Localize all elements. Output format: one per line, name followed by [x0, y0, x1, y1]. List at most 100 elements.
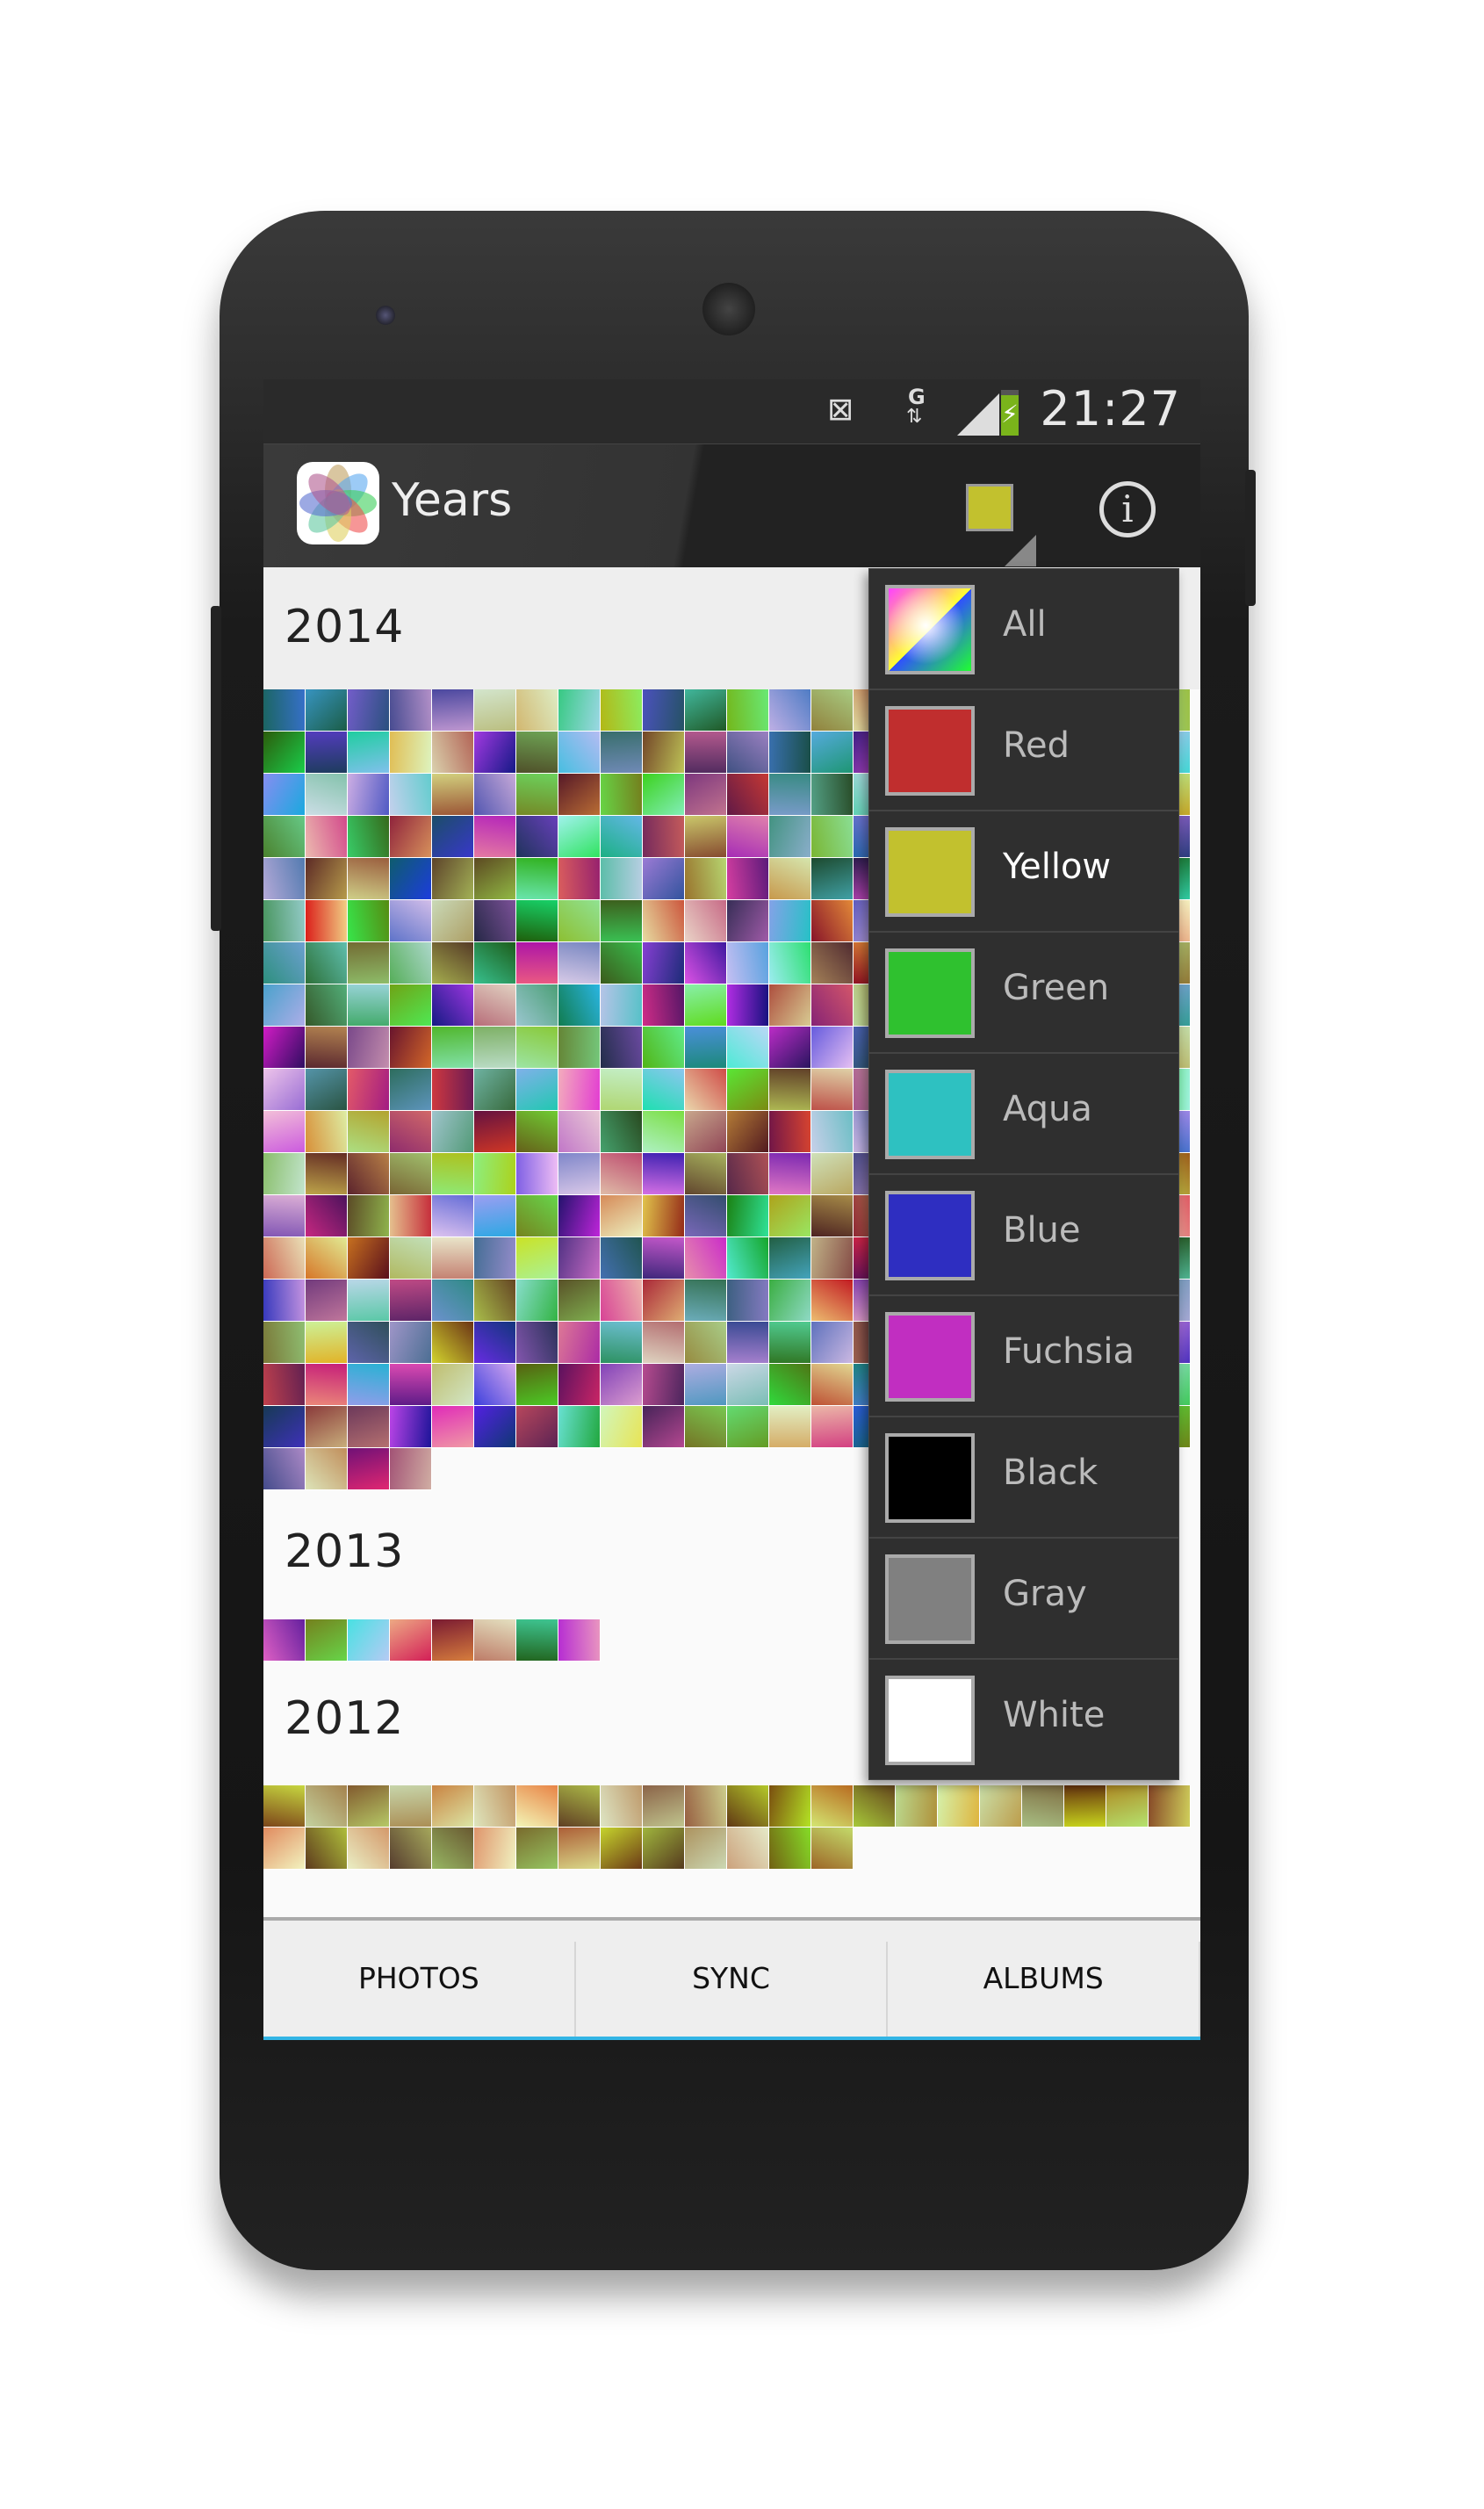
- photo-thumbnail[interactable]: [769, 984, 811, 1027]
- photo-thumbnail[interactable]: [516, 942, 558, 984]
- photo-thumbnail[interactable]: [516, 1027, 558, 1069]
- photo-thumbnail[interactable]: [432, 1027, 474, 1069]
- photo-thumbnail[interactable]: [306, 1448, 348, 1490]
- photo-thumbnail[interactable]: [811, 1027, 854, 1069]
- photo-thumbnail[interactable]: [727, 1406, 769, 1448]
- photo-thumbnail[interactable]: [263, 858, 306, 900]
- photo-thumbnail[interactable]: [263, 900, 306, 942]
- photo-thumbnail[interactable]: [432, 816, 474, 858]
- photo-thumbnail[interactable]: [432, 1195, 474, 1237]
- photo-thumbnail[interactable]: [685, 942, 727, 984]
- photo-thumbnail[interactable]: [306, 732, 348, 774]
- photo-thumbnail[interactable]: [811, 942, 854, 984]
- photo-thumbnail[interactable]: [390, 1280, 432, 1322]
- photo-thumbnail[interactable]: [263, 1364, 306, 1406]
- photo-thumbnail[interactable]: [685, 774, 727, 816]
- photo-thumbnail[interactable]: [474, 1406, 516, 1448]
- photo-thumbnail[interactable]: [558, 1364, 601, 1406]
- photo-thumbnail[interactable]: [306, 1237, 348, 1280]
- photo-thumbnail[interactable]: [769, 774, 811, 816]
- photo-thumbnail[interactable]: [516, 1111, 558, 1153]
- photo-thumbnail[interactable]: [727, 816, 769, 858]
- photo-thumbnail[interactable]: [516, 984, 558, 1027]
- photo-thumbnail[interactable]: [263, 1619, 306, 1662]
- photo-thumbnail[interactable]: [769, 1828, 811, 1870]
- photo-thumbnail[interactable]: [432, 1619, 474, 1662]
- photo-thumbnail[interactable]: [727, 1785, 769, 1828]
- photo-thumbnail[interactable]: [390, 1619, 432, 1662]
- photo-thumbnail[interactable]: [643, 732, 685, 774]
- photo-thumbnail[interactable]: [643, 1195, 685, 1237]
- photo-thumbnail[interactable]: [474, 1069, 516, 1111]
- photo-thumbnail[interactable]: [306, 942, 348, 984]
- photo-thumbnail[interactable]: [727, 1828, 769, 1870]
- photo-thumbnail[interactable]: [601, 1111, 643, 1153]
- photo-thumbnail[interactable]: [558, 1785, 601, 1828]
- photo-thumbnail[interactable]: [306, 1828, 348, 1870]
- photo-thumbnail[interactable]: [685, 689, 727, 732]
- photo-thumbnail[interactable]: [601, 1406, 643, 1448]
- photo-thumbnail[interactable]: [558, 689, 601, 732]
- photo-thumbnail[interactable]: [432, 1785, 474, 1828]
- photo-thumbnail[interactable]: [601, 1027, 643, 1069]
- photo-thumbnail[interactable]: [516, 1322, 558, 1364]
- photo-thumbnail[interactable]: [601, 1069, 643, 1111]
- photo-thumbnail[interactable]: [348, 1153, 390, 1195]
- photo-thumbnail[interactable]: [432, 1237, 474, 1280]
- photo-thumbnail[interactable]: [348, 1448, 390, 1490]
- photo-thumbnail[interactable]: [727, 1027, 769, 1069]
- photo-thumbnail[interactable]: [685, 1322, 727, 1364]
- photo-thumbnail[interactable]: [474, 1153, 516, 1195]
- photo-thumbnail[interactable]: [811, 858, 854, 900]
- photo-thumbnail[interactable]: [348, 1619, 390, 1662]
- photo-thumbnail[interactable]: [643, 1027, 685, 1069]
- photo-thumbnail[interactable]: [348, 1785, 390, 1828]
- photo-thumbnail[interactable]: [685, 1785, 727, 1828]
- photo-thumbnail[interactable]: [263, 1280, 306, 1322]
- photo-thumbnail[interactable]: [263, 1069, 306, 1111]
- photo-thumbnail[interactable]: [390, 1237, 432, 1280]
- photo-thumbnail[interactable]: [685, 732, 727, 774]
- photo-thumbnail[interactable]: [558, 984, 601, 1027]
- photo-thumbnail[interactable]: [727, 732, 769, 774]
- photo-thumbnail[interactable]: [896, 1785, 938, 1828]
- photo-thumbnail[interactable]: [769, 1406, 811, 1448]
- photo-thumbnail[interactable]: [474, 1111, 516, 1153]
- photo-thumbnail[interactable]: [516, 1153, 558, 1195]
- photo-thumbnail[interactable]: [811, 984, 854, 1027]
- photo-thumbnail[interactable]: [685, 1406, 727, 1448]
- photo-thumbnail[interactable]: [306, 1111, 348, 1153]
- photo-thumbnail[interactable]: [306, 900, 348, 942]
- photo-thumbnail[interactable]: [685, 984, 727, 1027]
- photo-thumbnail[interactable]: [727, 984, 769, 1027]
- photo-thumbnail[interactable]: [727, 900, 769, 942]
- photo-thumbnail[interactable]: [516, 900, 558, 942]
- photo-thumbnail[interactable]: [1022, 1785, 1064, 1828]
- photo-thumbnail[interactable]: [348, 984, 390, 1027]
- photo-thumbnail[interactable]: [516, 1364, 558, 1406]
- photo-thumbnail[interactable]: [1064, 1785, 1106, 1828]
- photo-thumbnail[interactable]: [558, 774, 601, 816]
- photo-thumbnail[interactable]: [685, 1153, 727, 1195]
- photo-thumbnail[interactable]: [263, 1195, 306, 1237]
- photo-thumbnail[interactable]: [432, 1069, 474, 1111]
- photo-thumbnail[interactable]: [516, 1237, 558, 1280]
- photo-thumbnail[interactable]: [263, 1406, 306, 1448]
- photo-thumbnail[interactable]: [685, 1364, 727, 1406]
- photo-thumbnail[interactable]: [348, 1322, 390, 1364]
- photo-thumbnail[interactable]: [643, 942, 685, 984]
- photo-thumbnail[interactable]: [516, 732, 558, 774]
- photo-thumbnail[interactable]: [348, 858, 390, 900]
- photo-thumbnail[interactable]: [432, 942, 474, 984]
- photo-thumbnail[interactable]: [643, 689, 685, 732]
- photo-thumbnail[interactable]: [474, 689, 516, 732]
- photo-thumbnail[interactable]: [432, 1364, 474, 1406]
- photo-thumbnail[interactable]: [474, 1280, 516, 1322]
- photo-thumbnail[interactable]: [558, 1027, 601, 1069]
- photo-thumbnail[interactable]: [601, 1280, 643, 1322]
- photo-thumbnail[interactable]: [769, 1322, 811, 1364]
- photo-thumbnail[interactable]: [558, 1406, 601, 1448]
- photo-thumbnail[interactable]: [263, 774, 306, 816]
- photo-thumbnail[interactable]: [558, 1280, 601, 1322]
- photo-thumbnail[interactable]: [601, 942, 643, 984]
